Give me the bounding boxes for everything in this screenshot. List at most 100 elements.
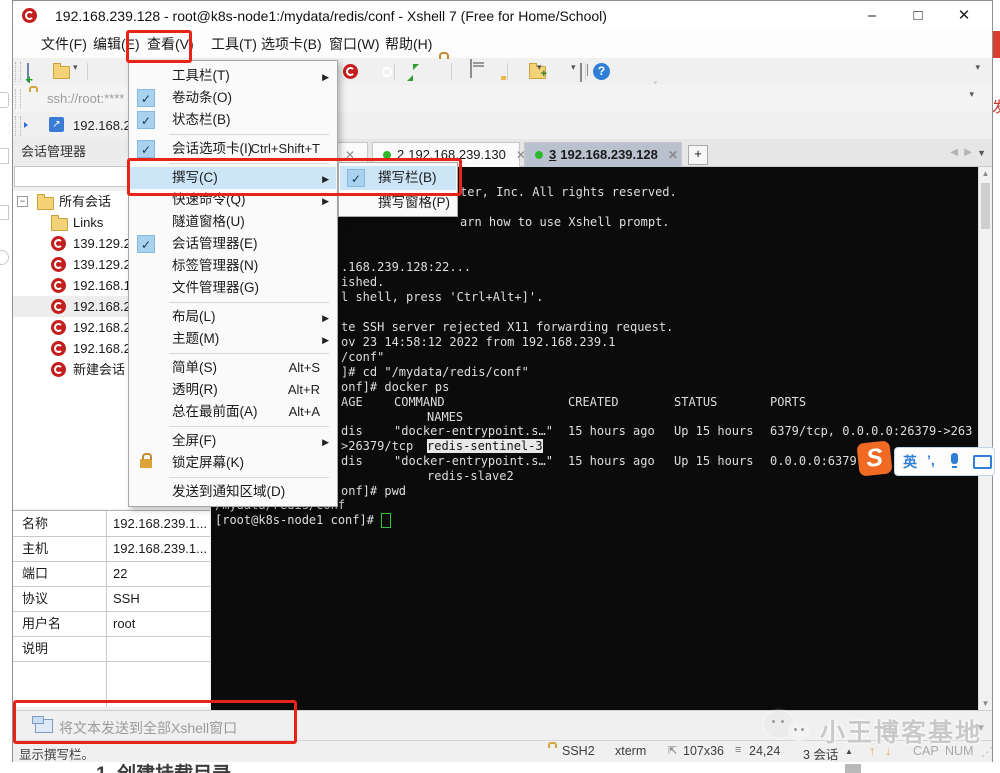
terminal-text: /conf" [341, 350, 385, 364]
background-page-bottom: 1. 创建挂载目录 [0, 762, 1000, 773]
scroll-up-icon[interactable]: ▲ [979, 169, 992, 178]
terminal-text: CREATED [568, 395, 619, 409]
status-hint: 显示撰写栏。 [19, 748, 95, 762]
tab-label: 192.168.239.128 [560, 147, 658, 162]
property-label: 说明 [22, 641, 49, 656]
property-label: 用户名 [22, 616, 62, 631]
maximize-button[interactable]: □ [896, 1, 940, 30]
terminal-text: .168.239.128:22... [341, 260, 472, 274]
ime-keyboard-icon[interactable] [973, 455, 992, 469]
session-tab-192.168.239.128[interactable]: 3 192.168.239.128 ✕ [524, 142, 682, 167]
submenu-arrow-icon: ▶ [322, 72, 329, 82]
terminal-text: onf]# pwd [341, 484, 407, 498]
session-icon [51, 299, 66, 314]
view-menu-item-主题(M)[interactable]: 主题(M) ▶ [130, 328, 336, 350]
new-session-icon[interactable] [27, 63, 29, 82]
menu-item-label: 标签管理器(N) [172, 258, 259, 273]
property-value: SSH [113, 591, 140, 606]
background-heading: 1. 创建挂载目录 [96, 762, 231, 773]
tile-windows-icon[interactable] [580, 63, 582, 82]
session-label: Links [73, 215, 104, 230]
menu-item-label: 简单(S) [172, 360, 217, 375]
status-terminal-type[interactable]: xterm [615, 744, 646, 758]
terminal-text: Up 15 hours [674, 424, 754, 438]
view-menu-item-会话管理器(E)[interactable]: ✓ 会话管理器(E) [130, 233, 336, 255]
property-label: 主机 [22, 541, 49, 556]
view-menu-item-状态栏(B)[interactable]: ✓ 状态栏(B) [130, 109, 336, 131]
close-button[interactable]: ✕ [942, 1, 986, 30]
scrollbar-thumb[interactable] [981, 183, 990, 229]
terminal-text: 15 hours ago [568, 424, 655, 438]
terminal-text: 6379/tcp, 0.0.0.0:26379->263 [770, 424, 973, 438]
view-menu-item-隧道窗格(U)[interactable]: 隧道窗格(U) [130, 211, 336, 233]
terminal-text: "docker-entrypoint.s…" [394, 424, 553, 438]
lock-icon [140, 453, 152, 468]
address-dropdown[interactable]: ▾ [969, 89, 974, 100]
terminal-text: PORTS [770, 395, 807, 409]
tab-list-dropdown[interactable]: ▼ [977, 148, 986, 158]
menu-窗口(W)[interactable]: 窗口(W) [323, 30, 386, 58]
menu-帮助(H)[interactable]: 帮助(H) [379, 30, 438, 58]
open-folder-icon[interactable] [53, 63, 70, 79]
view-menu-item-全屏(F)[interactable]: 全屏(F) ▶ [130, 430, 336, 452]
view-menu-item-布局(L)[interactable]: 布局(L) ▶ [130, 306, 336, 328]
view-menu-item-卷动条(O)[interactable]: ✓ 卷动条(O) [130, 87, 336, 109]
view-menu-item-发送到通知区域(D)[interactable]: 发送到通知区域(D) [130, 481, 336, 503]
background-red-block [993, 31, 1000, 58]
checkmark-icon: ✓ [137, 111, 155, 129]
view-menu-item-会话选项卡(I)[interactable]: ✓ 会话选项卡(I) Ctrl+Shift+T [130, 138, 336, 160]
terminal-text: ov 23 14:58:12 2022 from 192.168.239.1 [341, 335, 616, 349]
ime-punctuation-toggle[interactable]: ’, [927, 452, 935, 468]
terminal-text: 0.0.0.0:6379-> [770, 454, 872, 468]
watermark-caret-icon: ▼ [976, 723, 986, 734]
background-block [845, 764, 861, 773]
tab-close-icon[interactable]: ✕ [668, 148, 678, 162]
address-input[interactable]: ssh://root:**** [47, 91, 124, 106]
watermark-text: 小王博客基地 [820, 719, 983, 747]
menu-选项卡(B)[interactable]: 选项卡(B) [255, 30, 328, 58]
background-glyph [0, 250, 9, 265]
tab-scroll-left-icon[interactable]: ◀ [950, 147, 958, 158]
property-value: root [113, 616, 136, 631]
view-menu-item-锁定屏幕(K)[interactable]: 锁定屏幕(K) [130, 452, 336, 474]
tree-expander-icon[interactable]: − [17, 196, 28, 207]
menu-文件(F)[interactable]: 文件(F) [35, 30, 93, 58]
view-menu-item-总在最前面(A)[interactable]: 总在最前面(A) Alt+A [130, 401, 336, 423]
menu-item-label: 锁定屏幕(K) [172, 455, 244, 470]
menu-item-label: 会话管理器(E) [172, 236, 258, 251]
sogou-logo-icon[interactable]: S [856, 440, 893, 477]
view-menu-item-标签管理器(N)[interactable]: 标签管理器(N) [130, 255, 336, 277]
new-folder-dropdown[interactable]: ▾ [537, 62, 542, 73]
menu-item-label: 发送到通知区域(D) [172, 484, 286, 499]
terminal-text: Up 15 hours [674, 454, 754, 468]
view-menu-item-文件管理器(G)[interactable]: 文件管理器(G) [130, 277, 336, 299]
ime-panel: 英 ’, [894, 447, 995, 476]
terminal-text: dis [341, 454, 363, 468]
virtual-keyboard-icon[interactable] [470, 59, 472, 78]
view-menu-item-简单(S)[interactable]: 简单(S) Alt+S [130, 357, 336, 379]
ime-language-toggle[interactable]: 英 [903, 452, 917, 472]
ime-mic-icon[interactable] [951, 453, 958, 468]
launch-icon[interactable]: ↗ [49, 117, 64, 132]
terminal-scrollbar[interactable]: ▲ ▼ [978, 167, 992, 710]
open-folder-dropdown[interactable]: ▾ [73, 62, 78, 73]
view-menu-item-工具栏(T)[interactable]: 工具栏(T) ▶ [130, 65, 336, 87]
session-icon [51, 362, 66, 377]
minimize-button[interactable]: – [850, 1, 894, 30]
toolbar-overflow-dropdown[interactable]: ▾ [975, 62, 980, 73]
resize-grip[interactable]: ⋰ [981, 744, 994, 759]
view-menu-item-透明(R)[interactable]: 透明(R) Alt+R [130, 379, 336, 401]
tab-scroll-right-icon[interactable]: ▶ [964, 147, 972, 158]
status-cursor-position: 24,24 [749, 744, 781, 758]
tile-windows-dropdown[interactable]: ▾ [571, 62, 576, 73]
new-tab-button[interactable]: + [688, 145, 708, 165]
property-value: 22 [113, 566, 128, 581]
property-row-主机: 主机 192.168.239.1... [13, 536, 210, 562]
menu-item-label: 隧道窗格(U) [172, 214, 245, 229]
folder-icon [37, 194, 54, 210]
menu-item-shortcut: Alt+S [288, 360, 320, 375]
checkmark-icon: ✓ [137, 89, 155, 107]
help-icon[interactable]: ? [593, 63, 610, 80]
scroll-down-icon[interactable]: ▼ [979, 699, 992, 708]
xshell-logo-icon[interactable] [343, 64, 358, 79]
